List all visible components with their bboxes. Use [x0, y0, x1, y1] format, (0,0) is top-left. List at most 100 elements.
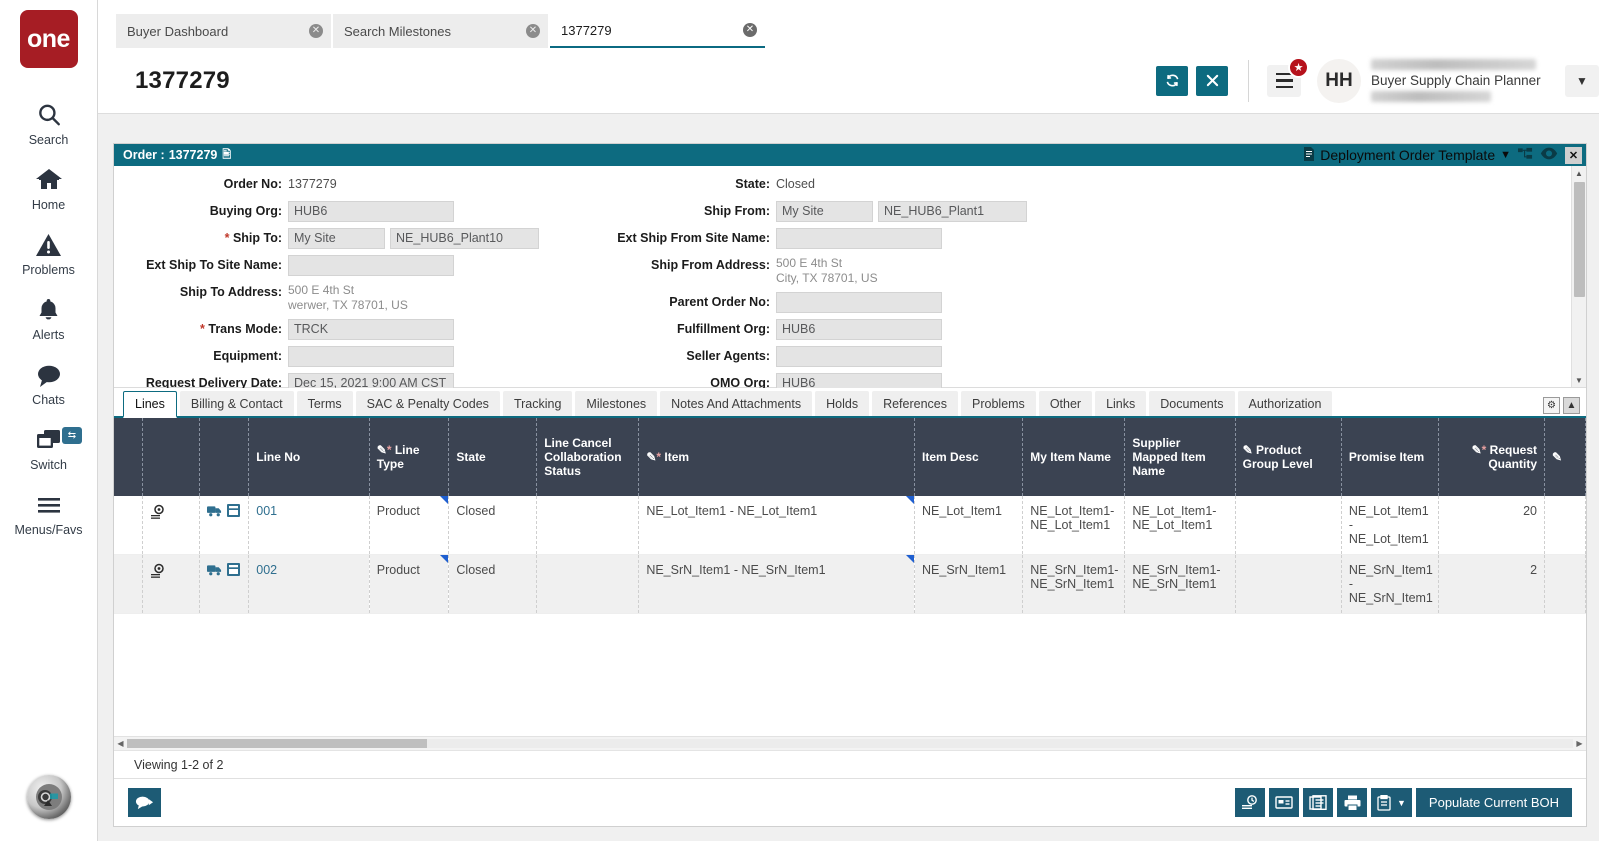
- tab-references[interactable]: References: [872, 391, 958, 416]
- row-status-icon-cell[interactable]: [143, 555, 200, 614]
- trans-mode-input[interactable]: TRCK: [288, 319, 454, 340]
- form-scrollbar[interactable]: ▲ ▼: [1571, 166, 1586, 387]
- tab-other[interactable]: Other: [1039, 391, 1092, 416]
- col-line-no[interactable]: Line No: [249, 418, 369, 496]
- order-status-icon[interactable]: [150, 504, 192, 520]
- tab-order-1377279[interactable]: 1377279 ✕: [550, 14, 765, 48]
- line-no-link[interactable]: 002: [256, 563, 277, 577]
- close-icon[interactable]: ✕: [526, 24, 540, 38]
- box-icon[interactable]: [227, 504, 240, 520]
- header-menu-button[interactable]: ★: [1267, 65, 1301, 97]
- col-line-type[interactable]: ✎* Line Type: [369, 418, 449, 496]
- sidebar-item-chats[interactable]: Chats: [0, 350, 97, 415]
- caret-down-icon[interactable]: ▼: [1397, 798, 1406, 808]
- buying-org-input[interactable]: HUB6: [288, 201, 454, 222]
- box-icon[interactable]: [227, 563, 240, 579]
- scrollbar-thumb[interactable]: [127, 739, 427, 748]
- col-product-group-level[interactable]: ✎ Product Group Level: [1235, 418, 1341, 496]
- tab-tracking[interactable]: Tracking: [503, 391, 572, 416]
- col-item-desc[interactable]: Item Desc: [915, 418, 1023, 496]
- app-logo[interactable]: one: [20, 10, 78, 68]
- user-menu-chevron-down-icon[interactable]: ▼: [1565, 65, 1599, 97]
- line-no-link[interactable]: 001: [256, 504, 277, 518]
- scroll-down-arrow-icon[interactable]: ▼: [1572, 373, 1586, 387]
- cell-request-qty[interactable]: 2: [1438, 555, 1544, 614]
- close-icon[interactable]: ✕: [309, 24, 323, 38]
- swap-arrows-icon[interactable]: ⇆: [62, 427, 82, 444]
- ship-to-plant-input[interactable]: NE_HUB6_Plant10: [390, 228, 539, 249]
- scroll-up-arrow-icon[interactable]: ▲: [1572, 166, 1586, 180]
- close-page-button[interactable]: [1196, 66, 1228, 96]
- row-select-cell[interactable]: [114, 555, 143, 614]
- scroll-right-arrow-icon[interactable]: ▶: [1573, 739, 1586, 748]
- col-my-item-name[interactable]: My Item Name: [1023, 418, 1125, 496]
- sidebar-item-alerts[interactable]: Alerts: [0, 285, 97, 350]
- cell-product-group[interactable]: [1235, 555, 1341, 614]
- row-action-icons-cell[interactable]: [200, 555, 249, 614]
- ext-ship-from-site-name-input[interactable]: [776, 228, 942, 249]
- sidebar-item-menus-favs[interactable]: Menus/Favs: [0, 480, 97, 545]
- col-state[interactable]: State: [449, 418, 537, 496]
- clipboard-button[interactable]: ▼: [1371, 788, 1412, 817]
- equipment-input[interactable]: [288, 346, 454, 367]
- grid-horizontal-scrollbar[interactable]: ◀ ▶: [114, 736, 1586, 750]
- cell-product-group[interactable]: [1235, 496, 1341, 555]
- ext-ship-to-site-name-input[interactable]: [288, 255, 454, 276]
- scrollbar-thumb[interactable]: [1574, 182, 1585, 297]
- tab-holds[interactable]: Holds: [815, 391, 869, 416]
- tab-milestones[interactable]: Milestones: [575, 391, 657, 416]
- truck-icon[interactable]: [207, 505, 222, 520]
- cell-item[interactable]: NE_SrN_Item1 - NE_SrN_Item1: [639, 555, 915, 614]
- ship-from-site-input[interactable]: My Site: [776, 201, 873, 222]
- table-row[interactable]: 002 Product Closed NE_SrN_Item1 - NE_SrN…: [114, 555, 1586, 614]
- chat-send-icon[interactable]: [128, 788, 161, 817]
- seller-agents-input[interactable]: [776, 346, 942, 367]
- tab-lines[interactable]: Lines: [123, 391, 177, 418]
- populate-current-boh-button[interactable]: Populate Current BOH: [1416, 788, 1572, 817]
- cell-request-qty[interactable]: 20: [1438, 496, 1544, 555]
- col-promise-item[interactable]: Promise Item: [1341, 418, 1438, 496]
- card-button[interactable]: [1269, 788, 1299, 817]
- cell-line-type[interactable]: Product: [369, 555, 449, 614]
- sidebar-item-switch[interactable]: ⇆ Switch: [0, 415, 97, 480]
- tab-authorization[interactable]: Authorization: [1238, 391, 1333, 416]
- table-row[interactable]: 001 Product Closed NE_Lot_Item1 - NE_Lot…: [114, 496, 1586, 555]
- tab-links[interactable]: Links: [1095, 391, 1146, 416]
- tab-notes-and-attachments[interactable]: Notes And Attachments: [660, 391, 812, 416]
- deployment-order-template-selector[interactable]: Deployment Order Template ▼: [1303, 147, 1511, 164]
- row-select-cell[interactable]: [114, 496, 143, 555]
- tab-problems[interactable]: Problems: [961, 391, 1036, 416]
- tab-documents[interactable]: Documents: [1149, 391, 1234, 416]
- scroll-left-arrow-icon[interactable]: ◀: [114, 739, 127, 748]
- tab-buyer-dashboard[interactable]: Buyer Dashboard ✕: [116, 14, 331, 48]
- sidebar-item-home[interactable]: Home: [0, 155, 97, 220]
- cell-item[interactable]: NE_Lot_Item1 - NE_Lot_Item1: [639, 496, 915, 555]
- col-item[interactable]: ✎* Item: [639, 418, 915, 496]
- row-action-icons-cell[interactable]: [200, 496, 249, 555]
- tab-sac-penalty-codes[interactable]: SAC & Penalty Codes: [356, 391, 500, 416]
- cell-line-type[interactable]: Product: [369, 496, 449, 555]
- note-icon[interactable]: 🖹: [222, 146, 231, 165]
- refresh-button[interactable]: [1156, 66, 1188, 96]
- cell-line-no[interactable]: 002: [249, 555, 369, 614]
- cell-edit[interactable]: [1545, 496, 1586, 555]
- col-edit[interactable]: ✎: [1545, 418, 1586, 496]
- eye-icon[interactable]: [1540, 147, 1558, 163]
- parent-order-no-input[interactable]: [776, 292, 942, 313]
- col-select[interactable]: [114, 418, 143, 496]
- close-panel-icon[interactable]: ✕: [1565, 147, 1582, 164]
- col-line-cancel-collaboration-status[interactable]: Line Cancel Collaboration Status: [537, 418, 639, 496]
- order-status-icon[interactable]: [150, 563, 192, 579]
- grid-settings-icon[interactable]: ⚙: [1543, 397, 1560, 414]
- sidebar-item-problems[interactable]: Problems: [0, 220, 97, 285]
- collapse-up-icon[interactable]: ▲: [1563, 397, 1580, 414]
- ai-head-globe-icon[interactable]: [27, 775, 71, 819]
- ship-to-site-input[interactable]: My Site: [288, 228, 385, 249]
- history-button[interactable]: [1235, 788, 1265, 817]
- col-supplier-mapped-item-name[interactable]: Supplier Mapped Item Name: [1125, 418, 1235, 496]
- ship-from-plant-input[interactable]: NE_HUB6_Plant1: [878, 201, 1027, 222]
- print-button[interactable]: [1337, 788, 1367, 817]
- cell-line-no[interactable]: 001: [249, 496, 369, 555]
- row-status-icon-cell[interactable]: [143, 496, 200, 555]
- close-icon[interactable]: ✕: [743, 23, 757, 37]
